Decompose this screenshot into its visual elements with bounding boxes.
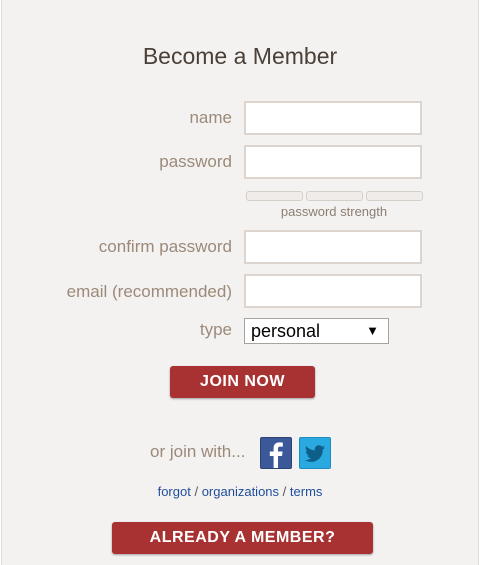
strength-bar-1 [246,191,303,201]
password-strength-caption: password strength [280,204,388,219]
type-label: type [199,320,232,339]
organizations-link[interactable]: organizations [202,484,279,499]
already-member-button[interactable]: ALREADY A MEMBER? [112,522,373,554]
strength-bar-2 [306,191,363,201]
confirm-password-input[interactable] [244,230,422,264]
signup-panel: Become a Member name password password s… [1,0,479,565]
facebook-icon[interactable] [260,437,292,469]
forgot-link[interactable]: forgot [158,484,191,499]
terms-link[interactable]: terms [290,484,323,499]
password-label: password [159,152,232,171]
strength-bar-3 [366,191,423,201]
link-separator: / [282,484,287,499]
confirm-password-label: confirm password [98,237,232,256]
name-input[interactable] [244,101,422,135]
email-label: email (recommended) [66,282,232,301]
name-label: name [189,108,232,127]
social-join-prompt: or join with... [150,442,246,461]
type-selected-value: personal [251,321,321,341]
password-input[interactable] [244,145,422,179]
footer-links: forgot / organizations / terms [2,484,478,499]
dropdown-arrow-icon: ▼ [366,323,379,338]
link-separator: / [194,484,199,499]
type-select[interactable]: personal ▼ [244,318,389,344]
page-title: Become a Member [142,43,338,69]
join-now-button[interactable]: JOIN NOW [170,366,315,398]
twitter-icon[interactable] [299,437,331,469]
email-input[interactable] [244,274,422,308]
